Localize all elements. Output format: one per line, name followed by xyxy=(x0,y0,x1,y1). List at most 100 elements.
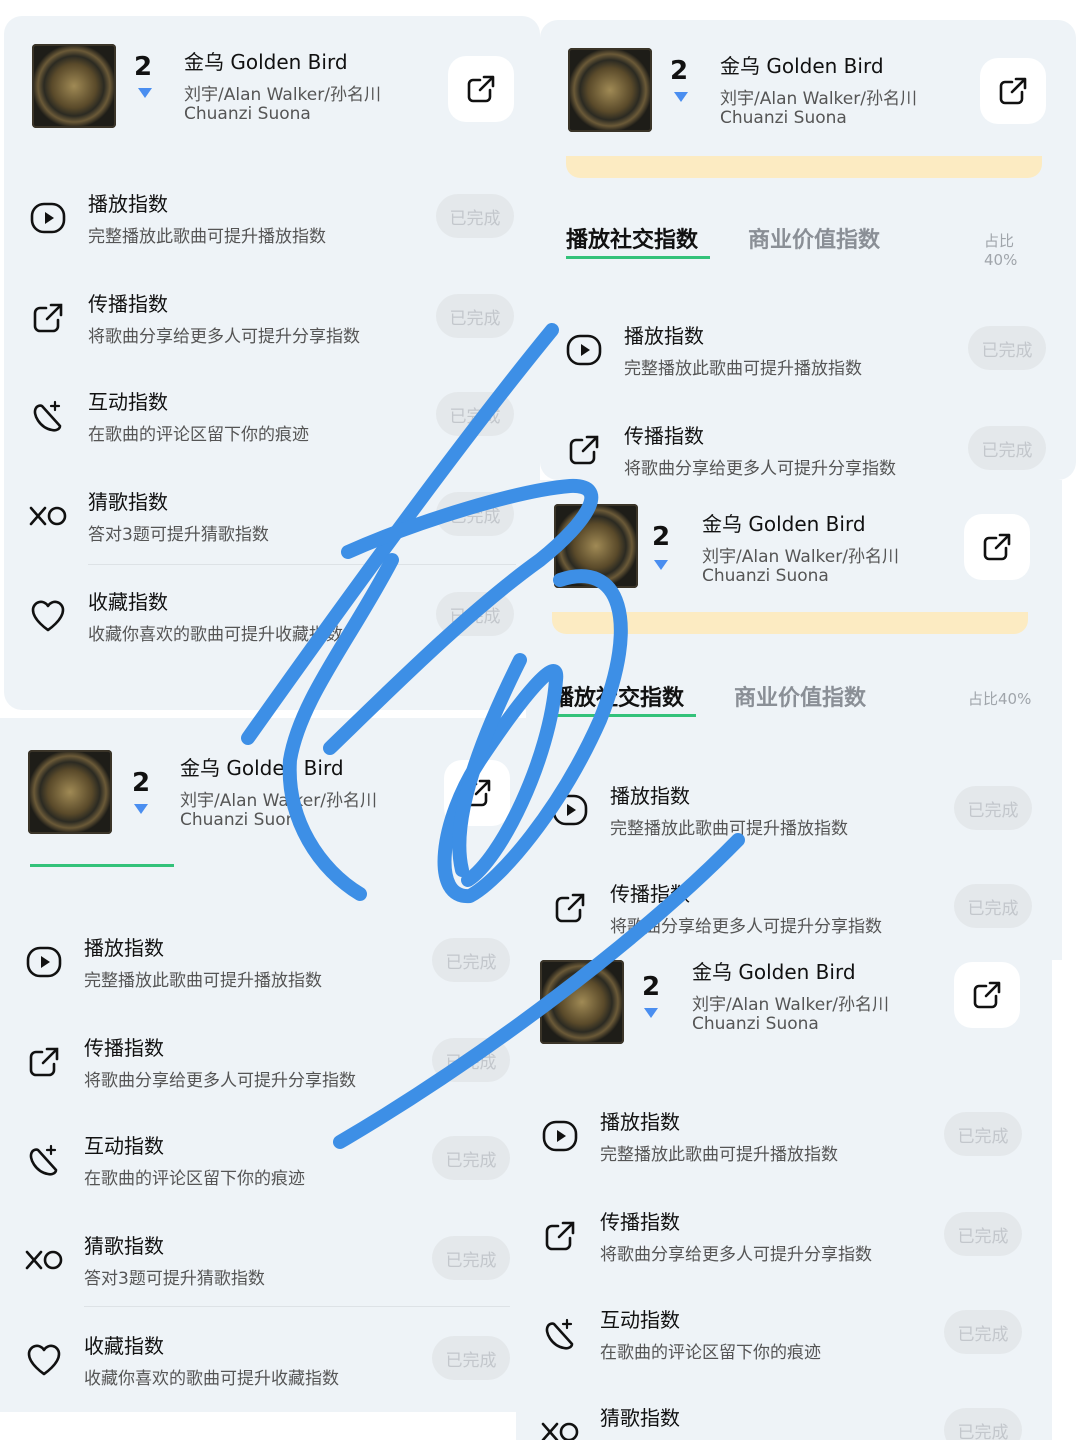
completed-button[interactable]: 已完成 xyxy=(432,1136,510,1180)
share-icon xyxy=(463,779,491,807)
task-title: 传播指数 xyxy=(600,1210,680,1234)
completed-button[interactable]: 已完成 xyxy=(432,1236,510,1280)
comment-sparkle-icon xyxy=(545,1318,574,1350)
tab-underline xyxy=(566,256,710,259)
completed-button[interactable]: 已完成 xyxy=(436,194,514,238)
screenshot-panel-top-left: 2 金乌 Golden Bird 刘宇/Alan Walker/孙名川 Chua… xyxy=(4,16,540,710)
share-icon xyxy=(545,1221,575,1251)
share-button[interactable] xyxy=(448,56,514,122)
task-row-favorite: 收藏指数 收藏你喜欢的歌曲可提升收藏指数 已完成 xyxy=(0,1322,540,1412)
completed-button[interactable]: 已完成 xyxy=(436,592,514,636)
task-row-guess: 猜歌指数 答对3题可提升猜歌指数 已完成 xyxy=(4,478,540,574)
album-cover[interactable] xyxy=(554,504,638,588)
task-title: 猜歌指数 xyxy=(600,1406,680,1430)
song-album: Chuanzi Suona xyxy=(180,810,307,830)
screenshot-panel-top-right: 2 金乌 Golden Bird 刘宇/Alan Walker/孙名川 Chua… xyxy=(540,20,1076,480)
task-row-interact: 互动指数 在歌曲的评论区留下你的痕迹 已完成 xyxy=(0,1122,540,1218)
task-title: 传播指数 xyxy=(624,424,704,448)
completed-button[interactable]: 已完成 xyxy=(944,1112,1022,1156)
task-row-play: 播放指数 完整播放此歌曲可提升播放指数 已完成 xyxy=(540,312,1076,408)
task-desc: 答对3题可提升猜歌指数 xyxy=(88,525,269,545)
task-row-play: 播放指数 完整播放此歌曲可提升播放指数 已完成 xyxy=(516,1098,1052,1194)
album-cover[interactable] xyxy=(568,48,652,132)
index-tabs: 播放社交指数 商业价值指数 占比40% xyxy=(566,222,1046,269)
task-title: 互动指数 xyxy=(88,390,168,414)
task-desc: 将歌曲分享给更多人可提升分享指数 xyxy=(610,917,882,937)
share-percent: 占比40% xyxy=(984,232,1018,269)
rank-down-icon xyxy=(134,804,148,814)
task-title: 传播指数 xyxy=(84,1036,164,1060)
share-button[interactable] xyxy=(980,58,1046,124)
rank-down-icon xyxy=(644,1008,658,1018)
share-button[interactable] xyxy=(954,962,1020,1028)
tab-social-index[interactable]: 播放社交指数 xyxy=(552,680,684,712)
play-icon xyxy=(30,202,66,234)
completed-button[interactable]: 已完成 xyxy=(944,1310,1022,1354)
task-title: 猜歌指数 xyxy=(88,490,168,514)
task-row-favorite: 收藏指数 收藏你喜欢的歌曲可提升收藏指数 已完成 xyxy=(4,578,540,674)
task-row-guess: 猜歌指数 已完成 xyxy=(516,1394,1052,1440)
task-row-interact: 互动指数 在歌曲的评论区留下你的痕迹 已完成 xyxy=(4,378,540,474)
album-cover[interactable] xyxy=(32,44,116,128)
completed-button[interactable]: 已完成 xyxy=(432,1336,510,1380)
song-header: 2 金乌 Golden Bird 刘宇/Alan Walker/孙名川 Chua… xyxy=(4,16,540,128)
task-title: 播放指数 xyxy=(88,192,168,216)
song-artists: 刘宇/Alan Walker/孙名川 xyxy=(184,85,381,105)
task-title: 播放指数 xyxy=(84,936,164,960)
task-desc: 在歌曲的评论区留下你的痕迹 xyxy=(600,1343,821,1363)
share-icon xyxy=(33,303,63,333)
song-artists: 刘宇/Alan Walker/孙名川 xyxy=(692,995,889,1015)
tab-commercial-index[interactable]: 商业价值指数 xyxy=(734,680,866,712)
completed-button[interactable]: 已完成 xyxy=(436,392,514,436)
completed-button[interactable]: 已完成 xyxy=(954,884,1032,928)
completed-button[interactable]: 已完成 xyxy=(432,1038,510,1082)
index-tabs: 播放社交指数 商业价值指数 占比40% xyxy=(552,680,1032,720)
task-row-share: 传播指数 将歌曲分享给更多人可提升分享指数 已完成 xyxy=(516,1198,1052,1294)
rank-number: 2 xyxy=(132,768,151,798)
play-icon xyxy=(566,334,602,366)
share-button[interactable] xyxy=(444,760,510,826)
divider xyxy=(84,1306,510,1307)
share-percent: 占比40% xyxy=(968,690,1032,708)
album-cover[interactable] xyxy=(540,960,624,1044)
tab-underline xyxy=(30,864,174,867)
song-header: 2 金乌 Golden Bird 刘宇/Alan Walker/孙名川 Chua… xyxy=(526,480,1062,590)
completed-button[interactable]: 已完成 xyxy=(968,326,1046,370)
heart-icon xyxy=(31,600,65,632)
task-desc: 将歌曲分享给更多人可提升分享指数 xyxy=(600,1245,872,1265)
song-artists: 刘宇/Alan Walker/孙名川 xyxy=(720,89,917,109)
task-desc: 将歌曲分享给更多人可提升分享指数 xyxy=(88,327,360,347)
task-title: 互动指数 xyxy=(600,1308,680,1332)
song-artists: 刘宇/Alan Walker/孙名川 xyxy=(180,791,377,811)
completed-button[interactable]: 已完成 xyxy=(968,426,1046,470)
share-icon xyxy=(29,1047,59,1077)
song-header: 2 金乌 Golden Bird 刘宇/Alan Walker/孙名川 Chua… xyxy=(540,20,1076,132)
xo-icon xyxy=(541,1422,579,1440)
task-title: 传播指数 xyxy=(88,292,168,316)
tab-commercial-index[interactable]: 商业价值指数 xyxy=(748,222,880,254)
heart-icon xyxy=(27,1344,61,1376)
completed-button[interactable]: 已完成 xyxy=(944,1212,1022,1256)
completed-button[interactable]: 已完成 xyxy=(432,938,510,982)
task-desc: 完整播放此歌曲可提升播放指数 xyxy=(600,1145,838,1165)
song-album: Chuanzi Suona xyxy=(184,104,311,124)
tab-social-index[interactable]: 播放社交指数 xyxy=(566,222,698,254)
task-row-share: 传播指数 将歌曲分享给更多人可提升分享指数 已完成 xyxy=(540,412,1076,480)
rank-down-icon xyxy=(654,560,668,570)
screenshot-panel-middle-right: 2 金乌 Golden Bird 刘宇/Alan Walker/孙名川 Chua… xyxy=(526,480,1062,960)
song-title: 金乌 Golden Bird xyxy=(692,960,856,984)
completed-button[interactable]: 已完成 xyxy=(944,1408,1022,1440)
banner-strip xyxy=(566,156,1042,178)
task-row-interact: 互动指数 在歌曲的评论区留下你的痕迹 已完成 xyxy=(516,1296,1052,1392)
rank-number: 2 xyxy=(642,972,661,1002)
completed-button[interactable]: 已完成 xyxy=(954,786,1032,830)
rank-number: 2 xyxy=(652,522,671,552)
task-title: 播放指数 xyxy=(610,784,690,808)
share-button[interactable] xyxy=(964,514,1030,580)
album-cover[interactable] xyxy=(28,750,112,834)
completed-button[interactable]: 已完成 xyxy=(436,294,514,338)
task-row-play: 播放指数 完整播放此歌曲可提升播放指数 已完成 xyxy=(0,924,540,1020)
task-desc: 将歌曲分享给更多人可提升分享指数 xyxy=(84,1071,356,1091)
comment-sparkle-icon xyxy=(33,400,62,432)
completed-button[interactable]: 已完成 xyxy=(436,492,514,536)
